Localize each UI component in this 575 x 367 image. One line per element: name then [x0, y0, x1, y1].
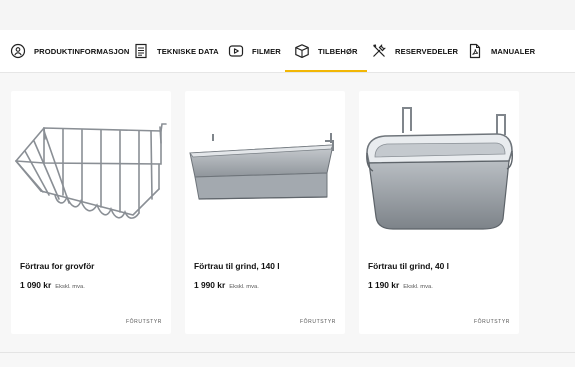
tab-label: TEKNISKE DATA	[157, 46, 219, 56]
tab-reservedeler[interactable]: RESERVEDELER	[371, 30, 458, 72]
category-tag: FÔRUTSTYR	[474, 319, 510, 325]
product-image-bucket-trough	[359, 91, 519, 241]
tab-filmer[interactable]: FILMER	[228, 30, 281, 72]
tab-label: FILMER	[252, 46, 281, 56]
vat-note: Ekskl. mva.	[229, 284, 259, 290]
price-row: 1 090 kr Ekskl. mva.	[20, 280, 85, 290]
product-card[interactable]: Förtrau til grind, 40 l 1 190 kr Ekskl. …	[359, 91, 519, 334]
tab-tilbehor[interactable]: TILBEHØR	[285, 30, 367, 72]
product-card[interactable]: Förtrau til grind, 140 l 1 990 kr Ekskl.…	[185, 91, 345, 334]
category-tag: FÔRUTSTYR	[300, 319, 336, 325]
product-price: 1 190 kr	[368, 280, 400, 290]
product-card[interactable]: Förtrau for grovför 1 090 kr Ekskl. mva.…	[11, 91, 171, 334]
vat-note: Ekskl. mva.	[55, 284, 85, 290]
price-row: 1 990 kr Ekskl. mva.	[194, 280, 259, 290]
tab-label: MANUALER	[491, 46, 536, 56]
tab-produktinformasjon[interactable]: PRODUKTINFORMASJON	[10, 30, 129, 72]
tab-label: RESERVEDELER	[395, 46, 459, 56]
info-person-icon	[10, 43, 26, 59]
tab-tekniske-data[interactable]: TEKNISKE DATA	[133, 30, 219, 72]
box-icon	[294, 43, 310, 59]
category-tag: FÔRUTSTYR	[126, 319, 162, 325]
product-title: Förtrau til grind, 140 l	[194, 261, 280, 271]
product-title: Förtrau for grovför	[20, 261, 95, 271]
tab-label: PRODUKTINFORMASJON	[34, 46, 130, 56]
product-price: 1 990 kr	[194, 280, 226, 290]
top-strip	[0, 0, 575, 30]
play-icon	[228, 43, 244, 59]
tab-label: TILBEHØR	[318, 46, 358, 56]
product-title: Förtrau til grind, 40 l	[368, 261, 449, 271]
tools-icon	[371, 43, 387, 59]
product-price: 1 090 kr	[20, 280, 52, 290]
pdf-icon	[467, 43, 483, 59]
product-tab-bar: PRODUKTINFORMASJON TEKNISKE DATA FILMER …	[0, 30, 575, 73]
price-row: 1 190 kr Ekskl. mva.	[368, 280, 433, 290]
product-image-long-trough	[185, 91, 345, 241]
product-image-wire-basket	[11, 91, 171, 241]
tab-manualer[interactable]: MANUALER	[467, 30, 535, 72]
section-divider	[0, 352, 575, 353]
vat-note: Ekskl. mva.	[403, 284, 433, 290]
document-icon	[133, 43, 149, 59]
